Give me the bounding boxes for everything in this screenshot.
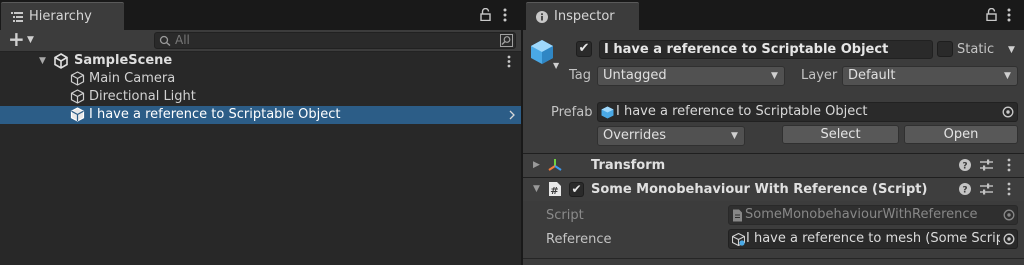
- expand-arrow-icon[interactable]: ▶: [533, 160, 540, 170]
- help-icon[interactable]: ?: [959, 159, 971, 171]
- script-component-title: Some Monobehaviour With Reference (Scrip…: [591, 182, 928, 197]
- list-item[interactable]: Directional Light: [0, 88, 521, 106]
- preset-icon[interactable]: [980, 159, 993, 171]
- list-item[interactable]: Main Camera: [0, 70, 521, 88]
- component-enabled-toggle[interactable]: ✔: [569, 182, 584, 197]
- static-label: Static: [957, 42, 995, 57]
- script-hash-icon: #: [549, 182, 561, 197]
- object-name-value: I have a reference to Scriptable Object: [604, 42, 889, 57]
- script-label: Script: [546, 208, 584, 223]
- scene-kebab-icon[interactable]: [507, 55, 511, 68]
- chevron-down-icon: ▼: [731, 131, 738, 141]
- tag-dropdown[interactable]: Untagged ▼: [597, 66, 785, 86]
- tab-hierarchy[interactable]: Hierarchy: [1, 2, 124, 30]
- lock-icon[interactable]: [480, 8, 491, 21]
- inspector-tab-label: Inspector: [554, 9, 615, 24]
- tag-label: Tag: [569, 68, 592, 83]
- overrides-dropdown[interactable]: Overrides ▼: [597, 126, 745, 146]
- prefab-cube-icon: [531, 40, 553, 64]
- kebab-menu-icon[interactable]: [1007, 8, 1011, 22]
- object-picker-icon: [1003, 209, 1015, 221]
- inspector-panel: Inspector ▼ ✔ I have a reference to Scri…: [523, 0, 1024, 265]
- select-button[interactable]: Select: [782, 125, 899, 144]
- static-caret-icon[interactable]: ▼: [1008, 45, 1015, 55]
- chevron-down-icon: ▼: [771, 71, 778, 81]
- chevron-right-icon[interactable]: [509, 110, 515, 120]
- search-icon: [159, 35, 171, 46]
- object-picker-icon[interactable]: [1002, 106, 1014, 118]
- reference-value: I have a reference to mesh (Some Script: [746, 231, 1000, 246]
- help-icon[interactable]: ?: [959, 183, 971, 195]
- prefab-value: I have a reference to Scriptable Object: [616, 104, 868, 119]
- reference-field[interactable]: I have a reference to mesh (Some Script: [728, 229, 1018, 249]
- kebab-menu-icon[interactable]: [503, 8, 507, 22]
- object-name-field[interactable]: I have a reference to Scriptable Object: [599, 40, 933, 59]
- layer-dropdown[interactable]: Default ▼: [842, 66, 1018, 86]
- svg-text:?: ?: [962, 186, 967, 196]
- prefab-asset-field[interactable]: I have a reference to Scriptable Object: [597, 102, 1018, 122]
- component-divider: [523, 258, 1024, 259]
- active-toggle[interactable]: ✔: [576, 41, 592, 57]
- expand-arrow-icon[interactable]: ▼: [39, 56, 46, 66]
- preset-icon[interactable]: [980, 183, 993, 195]
- collapse-arrow-icon[interactable]: ▼: [533, 184, 540, 194]
- component-kebab-icon[interactable]: [1007, 158, 1011, 172]
- component-kebab-icon[interactable]: [1007, 182, 1011, 196]
- hierarchy-panel: Hierarchy + ▼ All ▼ SampleScene Main Cam…: [0, 0, 521, 265]
- svg-text:#: #: [550, 186, 558, 197]
- gameobject-icon: [70, 89, 85, 104]
- search-options-icon[interactable]: [500, 34, 513, 47]
- unity-scene-icon: [54, 53, 68, 69]
- gameobject-icon: [70, 71, 85, 86]
- checkmark-icon: ✔: [578, 41, 590, 56]
- tab-inspector[interactable]: Inspector: [526, 2, 639, 30]
- object-icon-button[interactable]: ▼: [529, 38, 565, 72]
- hierarchy-item-label: Directional Light: [89, 89, 196, 104]
- script-file-icon: [733, 209, 742, 222]
- layer-label: Layer: [801, 68, 838, 83]
- prefab-label: Prefab: [551, 105, 593, 120]
- list-icon: [11, 12, 23, 22]
- checkmark-icon: ✔: [571, 182, 582, 196]
- script-component-header[interactable]: ▼ # ✔ Some Monobehaviour With Reference …: [523, 177, 1024, 201]
- reference-label: Reference: [546, 232, 612, 247]
- search-placeholder: All: [175, 33, 190, 47]
- hierarchy-tab-strip: Hierarchy: [0, 0, 521, 30]
- lock-icon[interactable]: [986, 8, 997, 21]
- static-toggle[interactable]: [937, 41, 953, 57]
- open-button[interactable]: Open: [904, 125, 1018, 144]
- add-object-button[interactable]: + ▼: [8, 27, 38, 51]
- inspector-tab-strip: Inspector: [523, 0, 1024, 30]
- scene-row[interactable]: ▼ SampleScene: [0, 52, 521, 70]
- hierarchy-item-label: I have a reference to Scriptable Object: [89, 107, 341, 122]
- overrides-value: Overrides: [603, 128, 667, 143]
- svg-text:?: ?: [962, 162, 967, 172]
- info-icon: [536, 11, 548, 23]
- hierarchy-item-label: Main Camera: [89, 71, 176, 86]
- hierarchy-search-field[interactable]: All: [154, 32, 516, 49]
- tag-value: Untagged: [603, 68, 667, 83]
- list-item-selected[interactable]: I have a reference to Scriptable Object: [0, 106, 521, 124]
- transform-icon: [548, 159, 562, 171]
- object-picker-icon[interactable]: [1003, 233, 1015, 245]
- layer-value: Default: [848, 68, 896, 83]
- mesh-object-icon: [732, 233, 745, 246]
- script-field: SomeMonobehaviourWithReference: [728, 205, 1018, 225]
- scene-name: SampleScene: [74, 53, 173, 68]
- gameobject-icon: [70, 107, 85, 122]
- hierarchy-tab-label: Hierarchy: [29, 9, 92, 24]
- plus-icon: +: [8, 27, 25, 51]
- script-value: SomeMonobehaviourWithReference: [745, 207, 978, 222]
- prefab-small-icon: [601, 106, 614, 119]
- transform-component-header[interactable]: ▶ Transform ?: [523, 153, 1024, 177]
- caret-down-icon: ▼: [27, 35, 34, 45]
- transform-title: Transform: [591, 158, 666, 173]
- chevron-down-icon: ▼: [1004, 71, 1011, 81]
- caret-down-icon: ▼: [553, 61, 560, 70]
